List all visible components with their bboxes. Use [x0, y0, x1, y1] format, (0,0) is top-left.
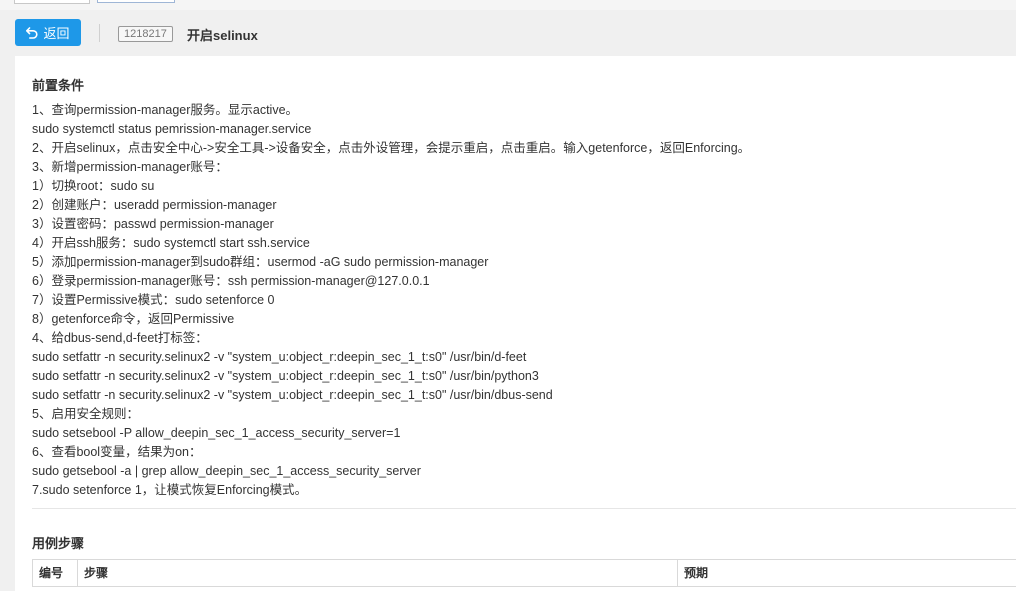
- precondition-line: sudo systemctl status pemrission-manager…: [32, 122, 312, 136]
- precondition-line: 2）创建账户：useradd permission-manager: [32, 198, 277, 212]
- precondition-line: sudo setfattr -n security.selinux2 -v "s…: [32, 350, 527, 364]
- back-button[interactable]: 返回: [15, 19, 81, 46]
- case-detail-panel: 前置条件 1、查询permission-manager服务。显示active。 s…: [15, 56, 1016, 591]
- case-id-badge: 1218217: [118, 26, 173, 42]
- precondition-line: 1、查询permission-manager服务。显示active。: [32, 103, 299, 117]
- precondition-line: 6）登录permission-manager账号：ssh permission-…: [32, 274, 430, 288]
- precondition-line: 6、查看bool变量，结果为on：: [32, 445, 202, 459]
- precondition-line: 4）开启ssh服务：sudo systemctl start ssh.servi…: [32, 236, 310, 250]
- precondition-line: 2、开启selinux，点击安全中心->安全工具->设备安全，点击外设管理，会提…: [32, 141, 751, 155]
- precondition-line: 3）设置密码：passwd permission-manager: [32, 217, 274, 231]
- precondition-line: 8）getenforce命令，返回Permissive: [32, 312, 235, 326]
- top-tab[interactable]: [14, 0, 90, 4]
- preconditions-title: 前置条件: [32, 78, 85, 93]
- top-tab-active[interactable]: [97, 0, 175, 3]
- case-title: 开启selinux: [187, 28, 258, 43]
- undo-arrow-icon: [26, 26, 39, 39]
- section-divider: [32, 508, 1016, 509]
- precondition-line: sudo setsebool -P allow_deepin_sec_1_acc…: [32, 426, 401, 440]
- precondition-line: sudo setfattr -n security.selinux2 -v "s…: [32, 388, 553, 402]
- column-header-number: 编号: [33, 560, 78, 586]
- page-header: 返回 1218217 开启selinux: [0, 10, 1016, 56]
- precondition-line: 4、给dbus-send,d-feet打标签：: [32, 331, 208, 345]
- column-header-step: 步骤: [78, 560, 678, 586]
- precondition-line: sudo setfattr -n security.selinux2 -v "s…: [32, 369, 539, 383]
- precondition-line: 7）设置Permissive模式：sudo setenforce 0: [32, 293, 275, 307]
- preconditions-content: 1、查询permission-manager服务。显示active。 sudo s…: [32, 101, 992, 500]
- precondition-line: 1）切换root：sudo su: [32, 179, 155, 193]
- back-button-label: 返回: [43, 26, 70, 41]
- precondition-line: 5、启用安全规则：: [32, 407, 139, 421]
- steps-title: 用例步骤: [32, 536, 85, 551]
- header-divider: [99, 24, 100, 42]
- precondition-line: sudo getsebool -a | grep allow_deepin_se…: [32, 464, 421, 478]
- precondition-line: 5）添加permission-manager到sudo群组：usermod -a…: [32, 255, 489, 269]
- precondition-line: 7.sudo setenforce 1，让模式恢复Enforcing模式。: [32, 483, 308, 497]
- steps-table: 编号 步骤 预期: [32, 559, 1016, 587]
- precondition-line: 3、新增permission-manager账号：: [32, 160, 228, 174]
- column-header-expected: 预期: [684, 566, 709, 580]
